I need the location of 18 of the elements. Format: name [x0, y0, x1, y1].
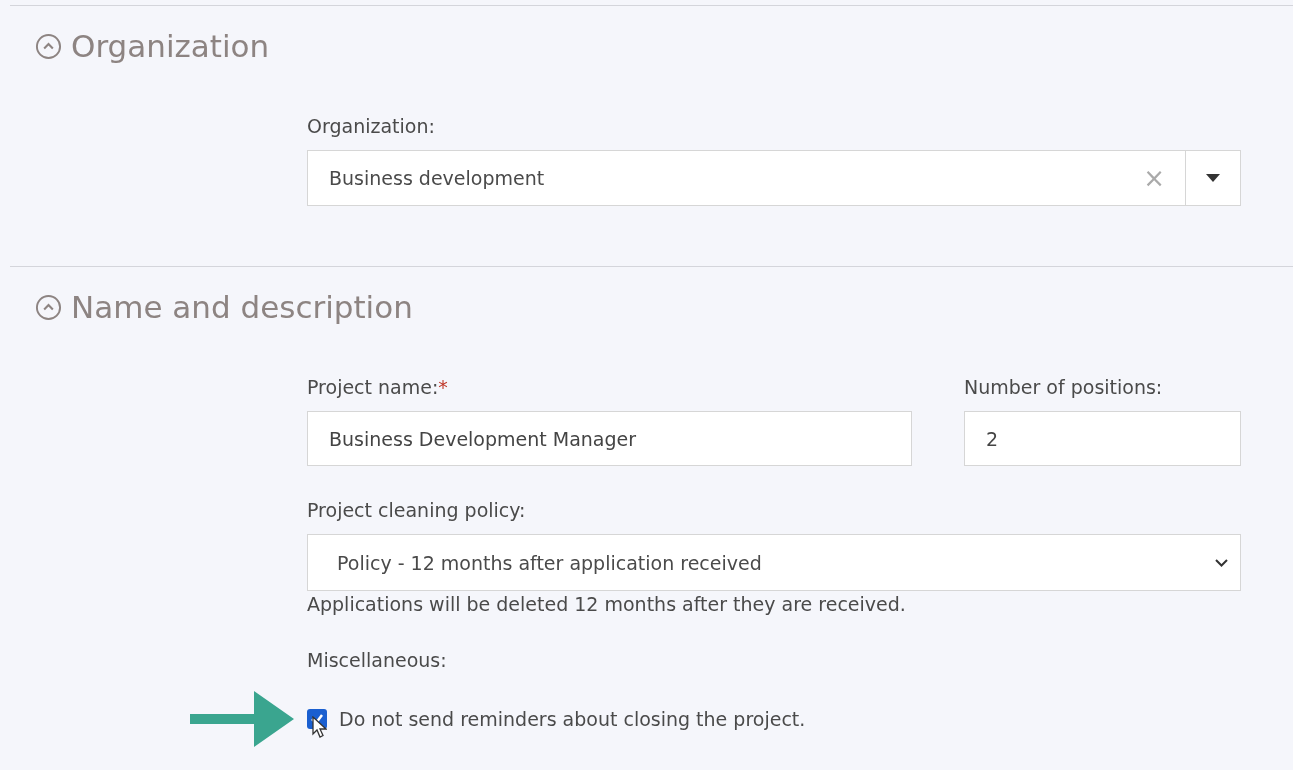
chevron-down-icon — [1215, 558, 1228, 567]
collapse-icon[interactable] — [35, 32, 62, 60]
collapse-icon[interactable] — [35, 293, 62, 321]
checkbox-label: Do not send reminders about closing the project. — [339, 708, 806, 730]
group-label: Miscellaneous: — [307, 648, 448, 672]
organization-combobox[interactable]: Business development × — [307, 150, 1241, 206]
field-label: Organization: — [307, 114, 436, 138]
section-heading: Organization — [71, 28, 270, 64]
help-text: Applications will be deleted 12 months after they are received. — [307, 592, 907, 616]
field-label: Project cleaning policy: — [307, 498, 527, 522]
policy-select[interactable]: Policy - 12 months after application received — [307, 534, 1241, 591]
text-input-field[interactable]: 2 — [964, 411, 1241, 466]
field-label: Number of positions: — [964, 375, 1164, 399]
text-input-field[interactable]: Business Development Manager — [307, 411, 912, 466]
caret-icon — [1206, 174, 1220, 182]
section-heading: Name and description — [71, 289, 413, 325]
mouse-cursor-icon — [312, 716, 327, 738]
field-label: Project name:* — [307, 375, 449, 399]
